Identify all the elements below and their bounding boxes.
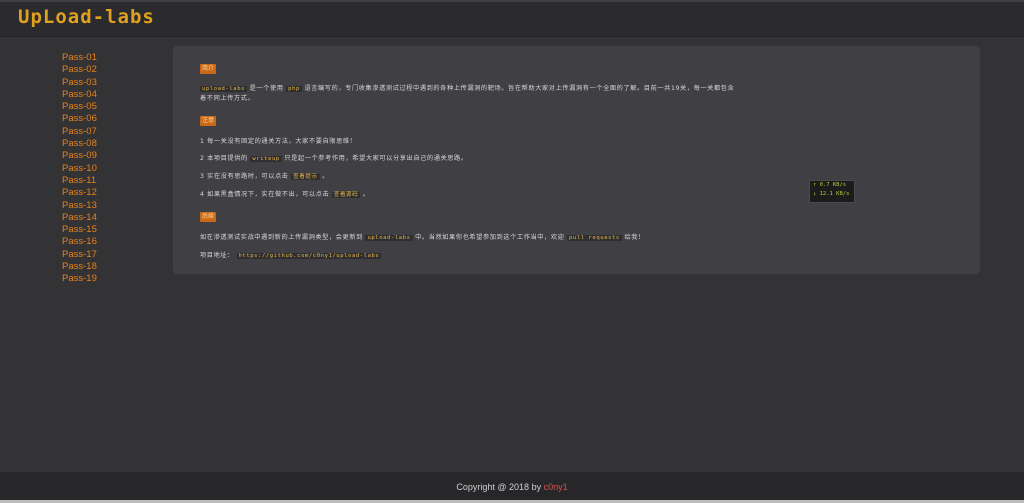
sidebar-item-pass-6[interactable]: Pass-06 xyxy=(62,113,142,125)
sidebar-item-pass-10[interactable]: Pass-10 xyxy=(62,163,142,175)
show-hint-link[interactable]: 查看提示 xyxy=(291,174,320,180)
project-address: 项目地址： https://github.com/c0ny1/upload-la… xyxy=(200,251,382,261)
sidebar-item-pass-19[interactable]: Pass-19 xyxy=(62,273,142,285)
note3-text-b: 。 xyxy=(322,173,329,180)
note3-text-a: 3 实在没有思路时，可以点击 xyxy=(200,173,289,180)
note-item-3: 3 实在没有思路时，可以点击 查看提示 。 xyxy=(200,172,329,182)
download-speed: ↓ 12.1 KB/s xyxy=(813,191,850,197)
intro-lang-code: php xyxy=(286,86,302,92)
upload-speed: ↑ 0.7 KB/s xyxy=(813,182,847,188)
writeup-code: writeup xyxy=(250,156,282,162)
sidebar-item-pass-8[interactable]: Pass-08 xyxy=(62,138,142,150)
note4-text-a: 4 如果黑盒情况下，实在做不出，可以点击 xyxy=(200,191,330,198)
network-speed-widget: ↑ 0.7 KB/s ↓ 12.1 KB/s xyxy=(809,180,855,203)
sidebar-item-pass-18[interactable]: Pass-18 xyxy=(62,261,142,273)
follow-text-c: 给我！ xyxy=(624,234,645,241)
sidebar-item-pass-12[interactable]: Pass-12 xyxy=(62,187,142,199)
sidebar-item-pass-4[interactable]: Pass-04 xyxy=(62,89,142,101)
pull-requests-code: pull requests xyxy=(567,235,622,241)
project-label: 项目地址： xyxy=(200,252,234,259)
copyright-label: Copyright @ 2018 by xyxy=(456,482,544,492)
author-link[interactable]: c0ny1 xyxy=(544,482,568,492)
follow-paragraph: 如在渗透测试实战中遇到新的上传漏洞类型，会更新到 upload-labs 中。当… xyxy=(200,233,645,243)
note2-text-a: 2 本项目提供的 xyxy=(200,155,248,162)
footer: Copyright @ 2018 by c0ny1 xyxy=(0,472,1024,503)
site-logo[interactable]: UpLoad-labs xyxy=(18,6,155,28)
note2-text-b: 只是起一个参考作用，希望大家可以分享出自己的通关思路。 xyxy=(284,155,468,162)
sidebar-item-pass-11[interactable]: Pass-11 xyxy=(62,175,142,187)
copyright-text: Copyright @ 2018 by c0ny1 xyxy=(0,482,1024,492)
sidebar-item-pass-9[interactable]: Pass-09 xyxy=(62,150,142,162)
header-top-line xyxy=(0,0,1024,2)
intro-code: upload-labs xyxy=(200,86,248,92)
sidebar-item-pass-2[interactable]: Pass-02 xyxy=(62,64,142,76)
header-bar: UpLoad-labs xyxy=(0,0,1024,39)
sidebar-nav: Pass-01 Pass-02 Pass-03 Pass-04 Pass-05 Pass-… xyxy=(62,52,142,286)
intro-paragraph-line2: 着不同上传方式。 xyxy=(200,95,255,102)
intro-paragraph: upload-labs 是一个使用 php 语言编写的，专门收集渗透测试过程中遇… xyxy=(200,84,734,94)
content-panel: 简介 upload-labs 是一个使用 php 语言编写的，专门收集渗透测试过… xyxy=(173,46,980,274)
follow-text-b: 中。当然如果你也希望参加到这个工作当中，欢迎 xyxy=(415,234,565,241)
note-item-4: 4 如果黑盒情况下，实在做不出，可以点击 查看源码 。 xyxy=(200,190,370,200)
intro-text-a: 是一个使用 xyxy=(249,85,284,92)
show-source-link[interactable]: 查看源码 xyxy=(331,192,361,198)
sidebar-item-pass-15[interactable]: Pass-15 xyxy=(62,224,142,236)
sidebar-item-pass-14[interactable]: Pass-14 xyxy=(62,212,142,224)
section-tag-follow: 后续 xyxy=(200,212,217,222)
follow-code: upload-labs xyxy=(365,235,413,241)
note-item-1: 1 每一关没有固定的通关方法，大家不要自限思维！ xyxy=(200,138,357,145)
sidebar-item-pass-1[interactable]: Pass-01 xyxy=(62,52,142,64)
sidebar-item-pass-16[interactable]: Pass-16 xyxy=(62,236,142,248)
sidebar-item-pass-13[interactable]: Pass-13 xyxy=(62,200,142,212)
note-item-2: 2 本项目提供的 writeup 只是起一个参考作用，希望大家可以分享出自己的通… xyxy=(200,154,468,164)
section-tag-intro: 简介 xyxy=(200,64,217,74)
note4-text-b: 。 xyxy=(362,191,370,198)
project-url-link[interactable]: https://github.com/c0ny1/upload-labs xyxy=(236,253,382,259)
sidebar-item-pass-17[interactable]: Pass-17 xyxy=(62,249,142,261)
follow-text-a: 如在渗透测试实战中遇到新的上传漏洞类型，会更新到 xyxy=(200,234,363,241)
intro-text-b: 语言编写的，专门收集渗透测试过程中遇到的各种上传漏洞的靶场。旨在帮助大家对上传漏… xyxy=(304,85,735,92)
sidebar-item-pass-3[interactable]: Pass-03 xyxy=(62,77,142,89)
section-tag-note: 注意 xyxy=(200,116,217,126)
sidebar-item-pass-7[interactable]: Pass-07 xyxy=(62,126,142,138)
sidebar-item-pass-5[interactable]: Pass-05 xyxy=(62,101,142,113)
